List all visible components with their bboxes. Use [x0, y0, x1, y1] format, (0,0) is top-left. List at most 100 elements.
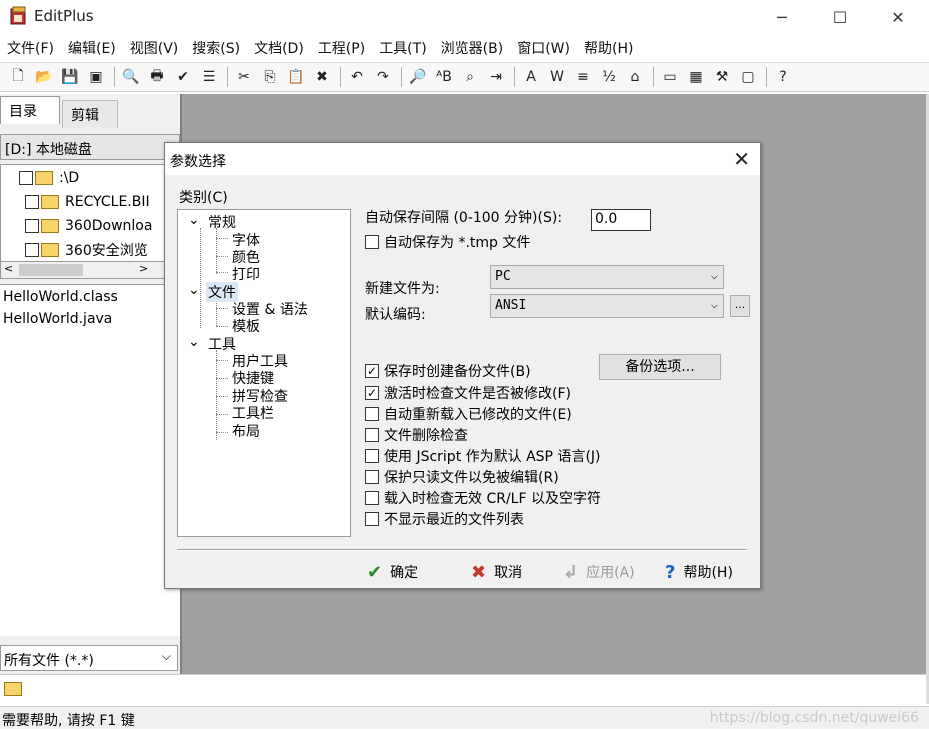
- tree-item[interactable]: :\D: [19, 167, 79, 189]
- new-file-icon[interactable]: 🗋: [6, 65, 30, 89]
- menu-browser[interactable]: 浏览器(B): [436, 38, 509, 58]
- goto-icon[interactable]: ⇥: [484, 65, 508, 89]
- tab-directory[interactable]: 目录: [0, 96, 60, 124]
- open-folder-icon[interactable]: 📂: [32, 65, 56, 89]
- autosave-tmp-checkbox[interactable]: 自动保存为 *.tmp 文件: [365, 232, 530, 252]
- tree-item-label: RECYCLE.BII: [65, 194, 150, 210]
- option-label: 文件删除检查: [384, 428, 468, 444]
- find-in-files-icon[interactable]: ⌕: [458, 65, 482, 89]
- close-window-button[interactable]: ✕: [869, 0, 927, 34]
- maximize-button[interactable]: ☐: [811, 0, 869, 34]
- find-icon[interactable]: 🔎: [406, 65, 430, 89]
- hex-icon[interactable]: ▦: [684, 65, 708, 89]
- list-item[interactable]: HelloWorld.class: [0, 285, 180, 307]
- option-checkbox[interactable]: 载入时检查无效 CR/LF 以及空字符: [365, 488, 601, 508]
- folder-tree[interactable]: :\D RECYCLE.BII 360Downloa 360安全浏览: [0, 164, 170, 264]
- replace-icon[interactable]: ᴬB: [432, 65, 456, 89]
- menu-view[interactable]: 视图(V): [125, 38, 184, 58]
- scroll-thumb[interactable]: [19, 264, 83, 276]
- save-all-icon[interactable]: ▣: [84, 65, 108, 89]
- status-bar: 需要帮助, 请按 F1 键 https://blog.csdn.net/quwe…: [0, 706, 929, 729]
- list-item[interactable]: HelloWorld.java: [0, 307, 180, 329]
- menu-search[interactable]: 搜索(S): [187, 38, 245, 58]
- paste-icon[interactable]: 📋: [284, 65, 308, 89]
- option-checkbox[interactable]: 使用 JScript 作为默认 ASP 语言(J): [365, 446, 601, 466]
- help-icon[interactable]: ?: [771, 65, 795, 89]
- ok-button-label: 确定: [390, 565, 419, 581]
- option-checkbox[interactable]: ✓ 激活时检查文件是否被修改(F): [365, 383, 571, 403]
- option-label: 载入时检查无效 CR/LF 以及空字符: [384, 491, 601, 507]
- category-shortcut[interactable]: 快捷键: [232, 368, 274, 388]
- file-filter-select[interactable]: 所有文件 (*.*) ⌵: [0, 645, 178, 671]
- checkbox-icon: [25, 219, 39, 233]
- tool-icon[interactable]: ⚒: [710, 65, 734, 89]
- menu-help[interactable]: 帮助(H): [579, 38, 638, 58]
- word-wrap-icon[interactable]: W: [545, 65, 569, 89]
- apply-button[interactable]: ↲ 应用(A): [563, 559, 635, 585]
- ok-button[interactable]: ✔ 确定: [367, 559, 418, 585]
- tab-cliptext[interactable]: 剪辑: [62, 100, 118, 128]
- font-icon[interactable]: A: [519, 65, 543, 89]
- scroll-left-icon[interactable]: <: [4, 262, 13, 275]
- option-checkbox[interactable]: 文件删除检查: [365, 425, 468, 445]
- chevron-down-icon[interactable]: ⌄: [188, 334, 200, 350]
- chevron-down-icon[interactable]: ⌄: [188, 282, 200, 298]
- cancel-button[interactable]: ✖ 取消: [471, 559, 522, 585]
- dialog-close-button[interactable]: ✕: [733, 147, 750, 171]
- menu-project[interactable]: 工程(P): [313, 38, 370, 58]
- drive-select[interactable]: [D:] 本地磁盘: [0, 134, 180, 160]
- category-template[interactable]: 模板: [232, 316, 260, 336]
- new-file-select[interactable]: PC ⌵: [490, 265, 724, 289]
- indent-icon[interactable]: ≡: [571, 65, 595, 89]
- category-tree[interactable]: ⌄ 常规 字体 颜色 打印 ⌄ 文件 设置 & 语法 模板 ⌄ 工具 用户工具 …: [177, 209, 351, 537]
- tree-item[interactable]: 360Downloa: [25, 215, 152, 237]
- page-setup-icon[interactable]: ☰: [197, 65, 221, 89]
- tree-horizontal-scrollbar[interactable]: < >: [0, 261, 170, 279]
- editplus-logo-icon: [9, 6, 29, 26]
- undo-icon[interactable]: ↶: [345, 65, 369, 89]
- category-general[interactable]: 常规: [208, 212, 236, 232]
- window-title: EditPlus: [34, 7, 94, 25]
- folder-icon: [41, 243, 59, 257]
- template-icon[interactable]: ▢: [736, 65, 760, 89]
- chevron-down-icon[interactable]: ⌄: [188, 212, 200, 228]
- encoding-more-button[interactable]: ...: [730, 295, 750, 317]
- autosave-interval-input[interactable]: 0.0: [591, 209, 651, 231]
- category-layout[interactable]: 布局: [232, 421, 260, 441]
- menu-tools[interactable]: 工具(T): [374, 38, 431, 58]
- print-preview-icon[interactable]: 🔍: [119, 65, 143, 89]
- tree-item[interactable]: RECYCLE.BII: [25, 191, 150, 213]
- option-checkbox[interactable]: 自动重新载入已修改的文件(E): [365, 404, 572, 424]
- save-icon[interactable]: 💾: [58, 65, 82, 89]
- drive-select-label: [D:] 本地磁盘: [5, 142, 92, 158]
- help-button[interactable]: ? 帮助(H): [665, 559, 733, 585]
- menu-edit[interactable]: 编辑(E): [63, 38, 121, 58]
- folder-icon[interactable]: [4, 682, 22, 696]
- default-encoding-select[interactable]: ANSI ⌵: [490, 294, 724, 318]
- menu-file[interactable]: 文件(F): [2, 38, 59, 58]
- redo-icon[interactable]: ↷: [371, 65, 395, 89]
- option-checkbox[interactable]: 不显示最近的文件列表: [365, 509, 524, 529]
- menu-window[interactable]: 窗口(W): [512, 38, 575, 58]
- scroll-right-icon[interactable]: >: [139, 262, 148, 275]
- category-toolbar[interactable]: 工具栏: [232, 403, 274, 423]
- spell-check-icon[interactable]: ✔: [171, 65, 195, 89]
- option-checkbox[interactable]: ✓ 保存时创建备份文件(B): [365, 361, 531, 381]
- category-print[interactable]: 打印: [232, 264, 260, 284]
- delete-icon[interactable]: ✖: [310, 65, 334, 89]
- copy-icon[interactable]: ⎘: [258, 65, 282, 89]
- toolbar: 🗋 📂 💾 ▣ 🔍 🖶 ✔ ☰ ✂ ⎘ 📋 ✖ ↶ ↷ 🔎 ᴬB ⌕ ⇥ A W ≡ ½ ⌂ ▭ ▦ ⚒ ▢?: [0, 62, 929, 92]
- option-checkbox[interactable]: 保护只读文件以免被编辑(R): [365, 467, 559, 487]
- ruler-icon[interactable]: ▭: [658, 65, 682, 89]
- cut-icon[interactable]: ✂: [232, 65, 256, 89]
- checkmark-icon: ✔: [367, 561, 383, 583]
- preferences-icon[interactable]: ⌂: [623, 65, 647, 89]
- menu-document[interactable]: 文档(D): [249, 38, 309, 58]
- minimize-button[interactable]: ─: [753, 0, 811, 34]
- tree-item[interactable]: 360安全浏览: [25, 239, 148, 261]
- toolbar-separator: [514, 67, 515, 87]
- backup-options-button[interactable]: 备份选项...: [599, 354, 721, 380]
- line-number-icon[interactable]: ½: [597, 65, 621, 89]
- print-icon[interactable]: 🖶: [145, 65, 169, 89]
- apply-button-label: 应用(A): [586, 565, 635, 581]
